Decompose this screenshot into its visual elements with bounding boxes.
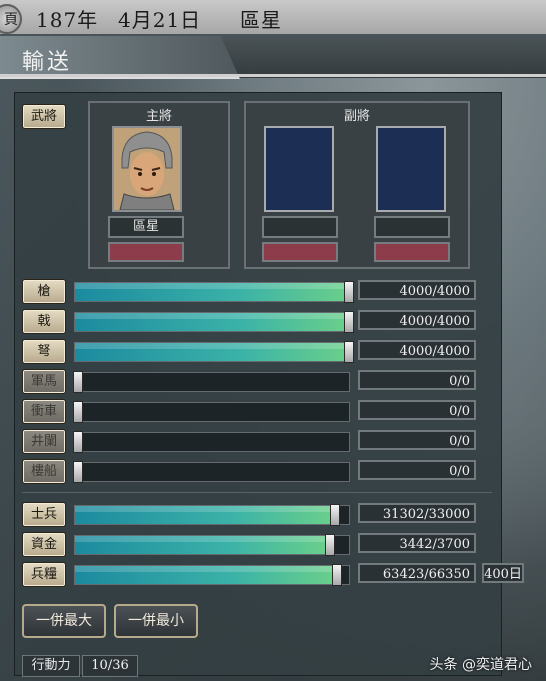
min-all-button[interactable]: 一併最小	[114, 604, 198, 638]
slider-handle[interactable]	[325, 534, 335, 556]
resource-label-button[interactable]: 槍	[22, 279, 66, 304]
supply-days: 400日	[482, 563, 524, 583]
resource-amount: 4000/4000	[358, 280, 476, 300]
date-bar: 頁 187年 4月21日 區星	[0, 0, 546, 36]
resource-label-button[interactable]: 士兵	[22, 502, 66, 527]
resource-amount: 4000/4000	[358, 310, 476, 330]
resource-slider[interactable]	[74, 504, 350, 526]
resource-row: 衝車 0/0	[22, 399, 522, 424]
deputy-slot-2[interactable]	[376, 126, 446, 212]
resource-slider[interactable]	[74, 311, 354, 333]
deputy-2-status-slot	[374, 242, 450, 262]
slider-fill	[75, 283, 349, 301]
slider-handle[interactable]	[344, 281, 354, 303]
max-all-button[interactable]: 一併最大	[22, 604, 106, 638]
resource-row: 軍馬 0/0	[22, 369, 522, 394]
resource-row: 戟 4000/4000	[22, 309, 522, 334]
resource-label-button[interactable]: 弩	[22, 339, 66, 364]
resource-slider[interactable]	[73, 401, 350, 423]
date-label: 4月21日	[118, 8, 202, 32]
slider-handle[interactable]	[73, 401, 83, 423]
resource-row: 井闌 0/0	[22, 429, 522, 454]
resource-label-button[interactable]: 戟	[22, 309, 66, 334]
resource-label-button[interactable]: 兵糧	[22, 562, 66, 587]
general-button[interactable]: 武將	[22, 104, 66, 129]
resource-slider[interactable]	[73, 461, 350, 483]
resource-slider[interactable]	[74, 281, 354, 303]
resource-amount: 0/0	[358, 460, 476, 480]
resource-slider[interactable]	[73, 431, 350, 453]
action-power-value: 10/36	[82, 655, 138, 677]
resource-amount: 0/0	[358, 430, 476, 450]
slider-fill	[75, 566, 337, 584]
officer-label: 區星	[240, 8, 282, 32]
resource-label-button[interactable]: 衝車	[22, 399, 66, 424]
resource-amount: 63423/66350	[358, 563, 476, 583]
section-divider	[22, 492, 492, 493]
portrait-image	[114, 128, 180, 210]
slider-fill	[75, 506, 335, 524]
resource-row: 樓船 0/0	[22, 459, 522, 484]
slider-fill	[75, 536, 330, 554]
slider-fill	[75, 343, 349, 361]
slider-handle[interactable]	[73, 461, 83, 483]
screen-title: 輸送	[22, 50, 73, 75]
resource-label-button[interactable]: 樓船	[22, 459, 66, 484]
resource-row: 弩 4000/4000	[22, 339, 522, 364]
resource-amount: 0/0	[358, 400, 476, 420]
slider-handle[interactable]	[344, 311, 354, 333]
resource-amount: 4000/4000	[358, 340, 476, 360]
resource-amount: 0/0	[358, 370, 476, 390]
action-power-label: 行動力	[22, 655, 80, 677]
resource-slider[interactable]	[74, 534, 350, 556]
slider-handle[interactable]	[73, 371, 83, 393]
year-label: 187年	[36, 8, 99, 32]
resource-row: 兵糧 63423/66350 400日	[22, 562, 524, 587]
title-underline	[0, 74, 546, 77]
slider-handle[interactable]	[330, 504, 340, 526]
resource-label-button[interactable]: 井闌	[22, 429, 66, 454]
deputy-1-status-slot	[262, 242, 338, 262]
main-general-name: 區星	[108, 216, 184, 238]
slider-handle[interactable]	[332, 564, 342, 586]
deputy-1-name	[262, 216, 338, 238]
resource-label-button[interactable]: 軍馬	[22, 369, 66, 394]
watermark: 头条 @奕道君心	[429, 657, 532, 673]
resource-row: 資金 3442/3700	[22, 532, 522, 557]
resource-amount: 3442/3700	[358, 533, 476, 553]
menu-coin-icon[interactable]: 頁	[0, 4, 22, 34]
resource-row: 槍 4000/4000	[22, 279, 522, 304]
resource-slider[interactable]	[74, 341, 354, 363]
resource-slider[interactable]	[74, 564, 350, 586]
resource-label-button[interactable]: 資金	[22, 532, 66, 557]
resource-amount: 31302/33000	[358, 503, 476, 523]
deputy-general-label: 副將	[343, 109, 370, 124]
deputy-slot-1[interactable]	[264, 126, 334, 212]
resource-row: 士兵 31302/33000	[22, 502, 522, 527]
main-general-label: 主將	[145, 109, 172, 124]
general-portrait[interactable]	[112, 126, 182, 212]
main-general-status-slot	[108, 242, 184, 262]
deputy-2-name	[374, 216, 450, 238]
slider-fill	[75, 313, 349, 331]
slider-handle[interactable]	[344, 341, 354, 363]
slider-handle[interactable]	[73, 431, 83, 453]
resource-slider[interactable]	[73, 371, 350, 393]
